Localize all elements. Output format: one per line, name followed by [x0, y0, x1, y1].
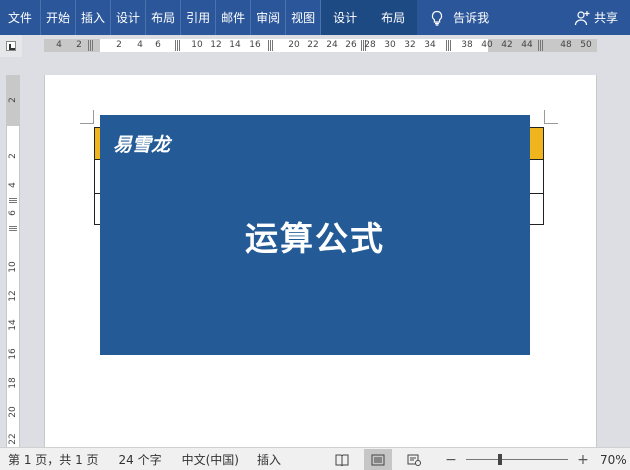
ruler-tick: 6 — [8, 210, 18, 216]
ruler-tick: 10 — [8, 261, 18, 273]
ruler-tick: 16 — [8, 348, 18, 360]
print-layout-icon — [371, 454, 385, 465]
margin-crop-mark — [80, 110, 94, 124]
read-mode-button[interactable] — [328, 449, 356, 470]
web-layout-icon — [407, 454, 421, 466]
tab-stop-icon[interactable] — [6, 41, 16, 51]
share-label: 共享 — [593, 11, 618, 25]
print-layout-button[interactable] — [364, 448, 392, 470]
ruler-tick: 12 — [210, 40, 222, 50]
ruler-tick: 4 — [137, 40, 143, 50]
tab-design[interactable]: 设计 — [111, 0, 147, 35]
ruler-tick: 40 — [481, 40, 493, 50]
ruler-tick: 24 — [326, 40, 338, 50]
ruler-column-marker[interactable] — [268, 40, 274, 51]
insert-mode-indicator[interactable]: 插入 — [249, 451, 289, 468]
tab-home[interactable]: 开始 — [41, 0, 77, 35]
page-count[interactable]: 第 1 页，共 1 页 — [0, 451, 107, 468]
tab-view[interactable]: 视图 — [286, 0, 322, 35]
share-button[interactable]: 共享 — [574, 0, 618, 35]
ruler-tick: 14 — [8, 319, 18, 331]
ruler-tick: 10 — [191, 40, 203, 50]
ruler-tick: 16 — [249, 40, 261, 50]
ruler-tick: 32 — [404, 40, 416, 50]
ruler-tick: 48 — [560, 40, 572, 50]
ruler-tick: 2 — [116, 40, 122, 50]
ruler-tick: 18 — [8, 377, 18, 389]
view-switcher — [328, 448, 436, 470]
ruler-tick: 2 — [8, 153, 18, 159]
margin-crop-mark — [544, 110, 558, 124]
tab-layout[interactable]: 布局 — [146, 0, 182, 35]
person-add-icon — [574, 10, 590, 25]
tell-me-label: 告诉我 — [453, 11, 490, 25]
status-bar: 第 1 页，共 1 页 24 个字 中文(中国) 插入 − + 70% — [0, 447, 630, 470]
table-tools-context-tabs: 设计 布局 — [321, 0, 418, 35]
tab-insert[interactable]: 插入 — [76, 0, 112, 35]
word-count[interactable]: 24 个字 — [111, 451, 170, 468]
web-layout-button[interactable] — [400, 449, 428, 470]
zoom-slider-track[interactable] — [466, 454, 568, 465]
read-mode-icon — [335, 454, 349, 466]
ruler-column-marker[interactable] — [88, 40, 94, 51]
zoom-slider-thumb[interactable] — [498, 454, 502, 465]
zoom-control: − + 70% — [444, 448, 627, 470]
ruler-tick: 34 — [424, 40, 436, 50]
ruler-tick: 4 — [56, 40, 62, 50]
ruler-tick: 22 — [307, 40, 319, 50]
zoom-in-button[interactable]: + — [576, 452, 590, 468]
ruler-tick: 20 — [288, 40, 300, 50]
ruler-tick: 20 — [8, 406, 18, 418]
ruler-column-marker[interactable] — [175, 40, 181, 51]
ruler-tick: 22 — [8, 433, 18, 445]
ruler-tick: 30 — [384, 40, 396, 50]
ruler-tick: 26 — [345, 40, 357, 50]
ruler-tick: 28 — [364, 40, 376, 50]
vertical-ruler[interactable]: 2 2 4 6 10 12 14 16 18 20 22 — [6, 75, 20, 449]
ruler-tick: 50 — [580, 40, 592, 50]
ruler-column-marker[interactable] — [538, 40, 544, 51]
zoom-out-button[interactable]: − — [444, 452, 458, 468]
ruler-column-marker[interactable] — [446, 40, 452, 51]
ruler-tick: 42 — [501, 40, 513, 50]
tell-me-box[interactable]: 告诉我 — [429, 0, 489, 35]
tab-mailings[interactable]: 邮件 — [216, 0, 252, 35]
tab-file[interactable]: 文件 — [0, 0, 42, 35]
tab-table-layout[interactable]: 布局 — [369, 0, 417, 35]
ruler-tick: 14 — [229, 40, 241, 50]
banner-headline: 运算公式 — [245, 219, 385, 258]
tab-table-design[interactable]: 设计 — [321, 0, 369, 35]
ruler-tick: 2 — [8, 97, 18, 103]
brand-logo-text: 易雪龙 — [113, 134, 171, 156]
ruler-tick: 44 — [521, 40, 533, 50]
ruler-tick: 12 — [8, 290, 18, 302]
ruler-row-marker[interactable] — [9, 197, 17, 203]
ribbon-tab-bar: 文件 开始 插入 设计 布局 引用 邮件 审阅 视图 设计 布局 告诉我 共享 — [0, 0, 630, 35]
ruler-tick: 6 — [155, 40, 161, 50]
lightbulb-icon — [432, 10, 443, 26]
ruler-tick: 2 — [76, 40, 82, 50]
ruler-tick: 38 — [461, 40, 473, 50]
ruler-row-marker[interactable] — [9, 225, 17, 231]
tab-review[interactable]: 审阅 — [251, 0, 287, 35]
ruler-tick: 4 — [8, 182, 18, 188]
language-indicator[interactable]: 中文(中国) — [174, 451, 247, 468]
horizontal-ruler[interactable]: 4 2 2 4 6 10 12 14 16 20 22 24 26 28 30 … — [44, 39, 597, 52]
tab-references[interactable]: 引用 — [181, 0, 217, 35]
zoom-level[interactable]: 70% — [600, 453, 627, 467]
